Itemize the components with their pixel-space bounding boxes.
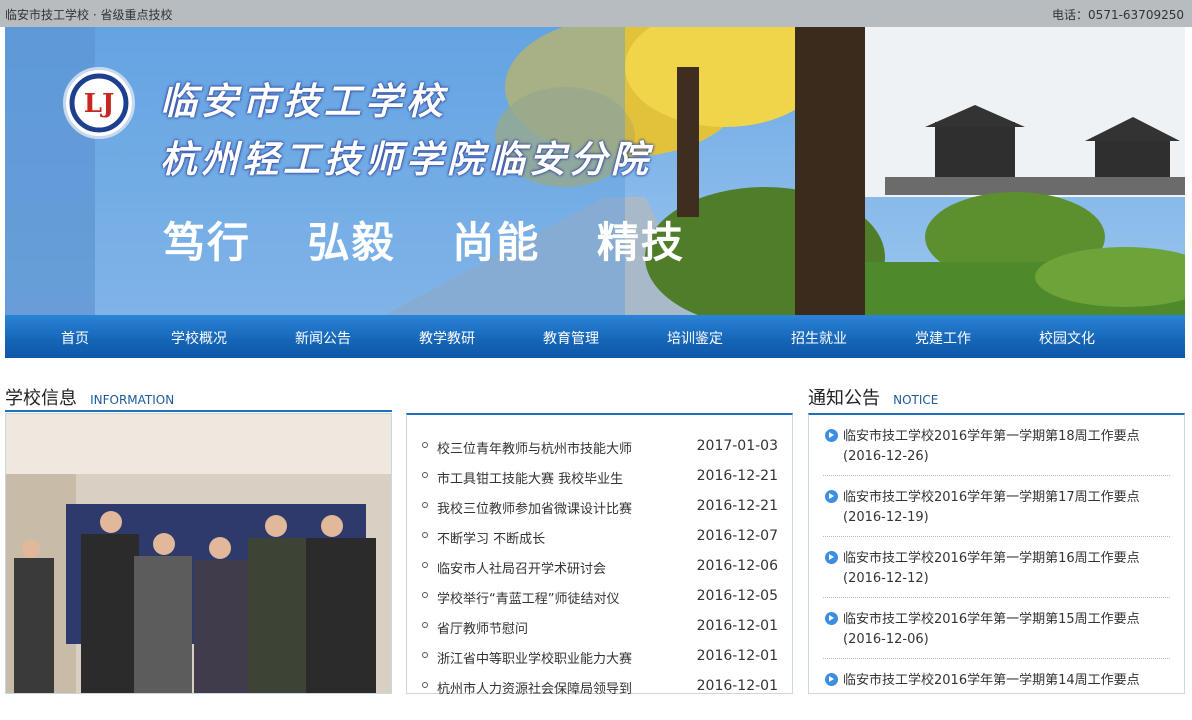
list-item[interactable]: 学校举行“青蓝工程”师徒结对仪 2016-12-05 (407, 581, 794, 611)
school-logo: LJ (63, 67, 135, 139)
news-list: 校三位青年教师与杭州市技能大师 2017-01-03 市工具钳工技能大赛 我校毕… (406, 413, 794, 697)
news-title[interactable]: 省厅教师节慰问 (437, 618, 528, 637)
notice-header: 通知公告 NOTICE (808, 384, 1185, 412)
notice-item-date: (2016-12-06) (843, 632, 929, 647)
news-date: 2016-12-06 (696, 558, 778, 574)
news-date: 2016-12-07 (696, 528, 778, 544)
list-item[interactable]: 临安市人社局召开学术研讨会 2016-12-06 (407, 551, 794, 581)
news-title[interactable]: 校三位青年教师与杭州市技能大师 (437, 438, 632, 457)
bullet-icon (422, 532, 428, 538)
nav-item-training[interactable]: 培训鉴定 (667, 328, 723, 348)
arrow-right-icon (825, 551, 838, 564)
news-date: 2016-12-01 (696, 648, 778, 664)
nav-item-management[interactable]: 教育管理 (543, 328, 599, 348)
list-item[interactable]: 校三位青年教师与杭州市技能大师 2017-01-03 (407, 431, 794, 461)
slogan-word: 精技 (596, 218, 685, 267)
banner-title-line2: 杭州轻工技师学院临安分院 (160, 137, 652, 181)
phone-number: 电话：0571-63709250 (1052, 8, 1184, 22)
bullet-icon (422, 682, 428, 688)
bullet-icon (422, 442, 428, 448)
news-title[interactable]: 学校举行“青蓝工程”师徒结对仪 (437, 588, 619, 607)
nav-item-teaching[interactable]: 教学教研 (419, 328, 475, 348)
arrow-right-icon (825, 429, 838, 442)
school-info-header: 学校信息 INFORMATION (5, 384, 392, 412)
nav-item-home[interactable]: 首页 (61, 328, 89, 348)
notice-item-date: (2016-12-26) (843, 449, 929, 464)
banner-slogan: 笃行 弘毅 尚能 精技 (163, 209, 725, 270)
notice-item-date: (2016-12-19) (843, 510, 929, 525)
slogan-word: 尚能 (452, 218, 541, 267)
notice-title: 通知公告 (808, 388, 880, 409)
bullet-icon (422, 652, 428, 658)
news-title[interactable]: 临安市人社局召开学术研讨会 (437, 558, 606, 577)
notice-item-date: (2016-12-12) (843, 571, 929, 586)
notice-item-title[interactable]: 临安市技工学校2016学年第一学期第18周工作要点 (843, 427, 1163, 447)
news-date: 2017-01-03 (696, 438, 778, 454)
arrow-right-icon (825, 490, 838, 503)
list-item[interactable]: 临安市技工学校2016学年第一学期第16周工作要点 (2016-12-12) (823, 537, 1170, 598)
list-item[interactable]: 临安市技工学校2016学年第一学期第18周工作要点 (2016-12-26) (823, 415, 1170, 476)
news-title[interactable]: 浙江省中等职业学校职业能力大赛 (437, 648, 632, 667)
notice-item-title[interactable]: 临安市技工学校2016学年第一学期第14周工作要点 (843, 671, 1163, 691)
news-date: 2016-12-01 (696, 618, 778, 634)
nav-item-news[interactable]: 新闻公告 (295, 328, 351, 348)
list-item[interactable]: 杭州市人力资源社会保障局领导到 2016-12-01 (407, 671, 794, 701)
list-item[interactable]: 浙江省中等职业学校职业能力大赛 2016-12-01 (407, 641, 794, 671)
banner-title-line1: 临安市技工学校 (160, 79, 447, 123)
slogan-word: 弘毅 (307, 218, 396, 267)
list-item[interactable]: 临安市技工学校2016学年第一学期第17周工作要点 (2016-12-19) (823, 476, 1170, 537)
nav-item-culture[interactable]: 校园文化 (1039, 328, 1095, 348)
header-banner: LJ 临安市技工学校 杭州轻工技师学院临安分院 笃行 弘毅 尚能 精技 (5, 27, 1185, 315)
nav-item-about[interactable]: 学校概况 (171, 328, 227, 348)
list-item[interactable]: 不断学习 不断成长 2016-12-07 (407, 521, 794, 551)
list-item[interactable]: 市工具钳工技能大赛 我校毕业生 2016-12-21 (407, 461, 794, 491)
bullet-icon (422, 592, 428, 598)
slogan-word: 笃行 (163, 218, 252, 267)
svg-text:LJ: LJ (84, 89, 115, 119)
notice-item-title[interactable]: 临安市技工学校2016学年第一学期第17周工作要点 (843, 488, 1163, 508)
school-info-title: 学校信息 (5, 388, 77, 409)
bullet-icon (422, 472, 428, 478)
notice-item-title[interactable]: 临安市技工学校2016学年第一学期第16周工作要点 (843, 549, 1163, 569)
arrow-right-icon (825, 612, 838, 625)
top-bar: 临安市技工学校 · 省级重点技校 电话：0571-63709250 (0, 0, 1192, 27)
main-nav: 首页 学校概况 新闻公告 教学教研 教育管理 培训鉴定 招生就业 党建工作 校园… (5, 315, 1185, 358)
news-title[interactable]: 我校三位教师参加省微课设计比赛 (437, 498, 632, 517)
school-info-subtitle: INFORMATION (90, 393, 175, 407)
news-date: 2016-12-01 (696, 678, 778, 694)
nav-item-admission[interactable]: 招生就业 (791, 328, 847, 348)
news-date: 2016-12-21 (696, 468, 778, 484)
news-date: 2016-12-05 (696, 588, 778, 604)
notice-subtitle: NOTICE (893, 393, 939, 407)
list-item[interactable]: 临安市技工学校2016学年第一学期第15周工作要点 (2016-12-06) (823, 598, 1170, 659)
news-title[interactable]: 杭州市人力资源社会保障局领导到 (437, 678, 632, 697)
arrow-right-icon (825, 673, 838, 686)
site-tagline: 临安市技工学校 · 省级重点技校 (5, 8, 173, 22)
bullet-icon (422, 562, 428, 568)
bullet-icon (422, 502, 428, 508)
list-item[interactable]: 省厅教师节慰问 2016-12-01 (407, 611, 794, 641)
list-item[interactable]: 我校三位教师参加省微课设计比赛 2016-12-21 (407, 491, 794, 521)
news-date: 2016-12-21 (696, 498, 778, 514)
news-photo[interactable] (5, 413, 392, 694)
notice-list: 临安市技工学校2016学年第一学期第18周工作要点 (2016-12-26) 临… (808, 413, 1185, 694)
list-item[interactable]: 临安市技工学校2016学年第一学期第14周工作要点 (823, 659, 1170, 720)
bullet-icon (422, 622, 428, 628)
notice-item-title[interactable]: 临安市技工学校2016学年第一学期第15周工作要点 (843, 610, 1163, 630)
nav-item-party[interactable]: 党建工作 (915, 328, 971, 348)
news-title[interactable]: 市工具钳工技能大赛 我校毕业生 (437, 468, 623, 487)
news-title[interactable]: 不断学习 不断成长 (437, 528, 545, 547)
